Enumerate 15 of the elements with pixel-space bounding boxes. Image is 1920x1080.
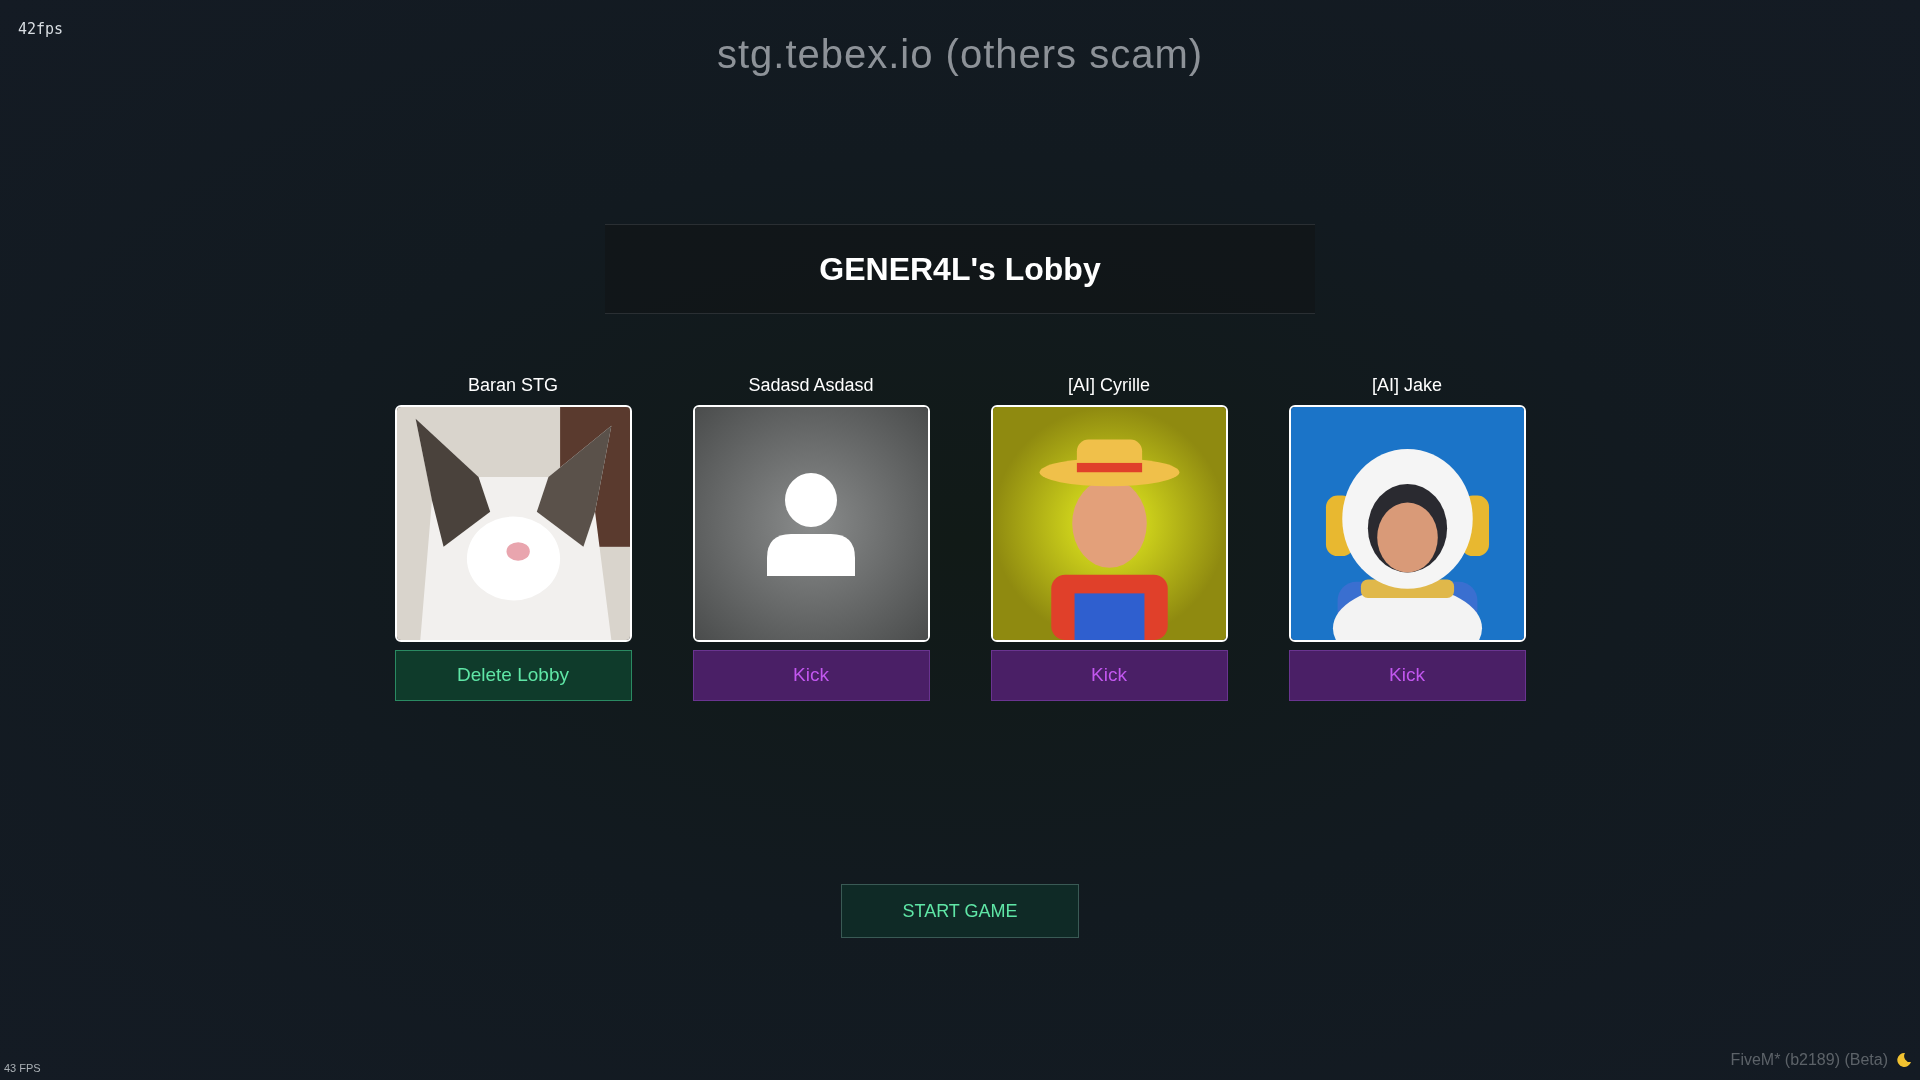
kick-button[interactable]: Kick <box>692 650 930 701</box>
fps-counter: 42fps <box>18 19 64 40</box>
start-game-button[interactable]: START GAME <box>841 884 1079 938</box>
moon-icon <box>1896 1052 1912 1068</box>
player-name: [AI] Jake <box>1372 374 1442 397</box>
player-name: Sadasd Asdasd <box>748 374 874 397</box>
fps-overlay: 43 FPS <box>4 1060 41 1076</box>
player-name: Baran STG <box>467 374 558 397</box>
version-label: FiveM* (b2189) (Beta) <box>1730 1050 1888 1070</box>
banner-text: stg.tebex.io (others scam) <box>716 31 1204 78</box>
kick-button[interactable]: Kick <box>990 650 1228 701</box>
delete-lobby-button[interactable]: Delete Lobby <box>394 650 632 701</box>
kick-button[interactable]: Kick <box>1288 650 1526 701</box>
lobby-title: GENER4L's Lobby <box>819 250 1101 289</box>
player-name: [AI] Cyrille <box>1068 374 1150 397</box>
